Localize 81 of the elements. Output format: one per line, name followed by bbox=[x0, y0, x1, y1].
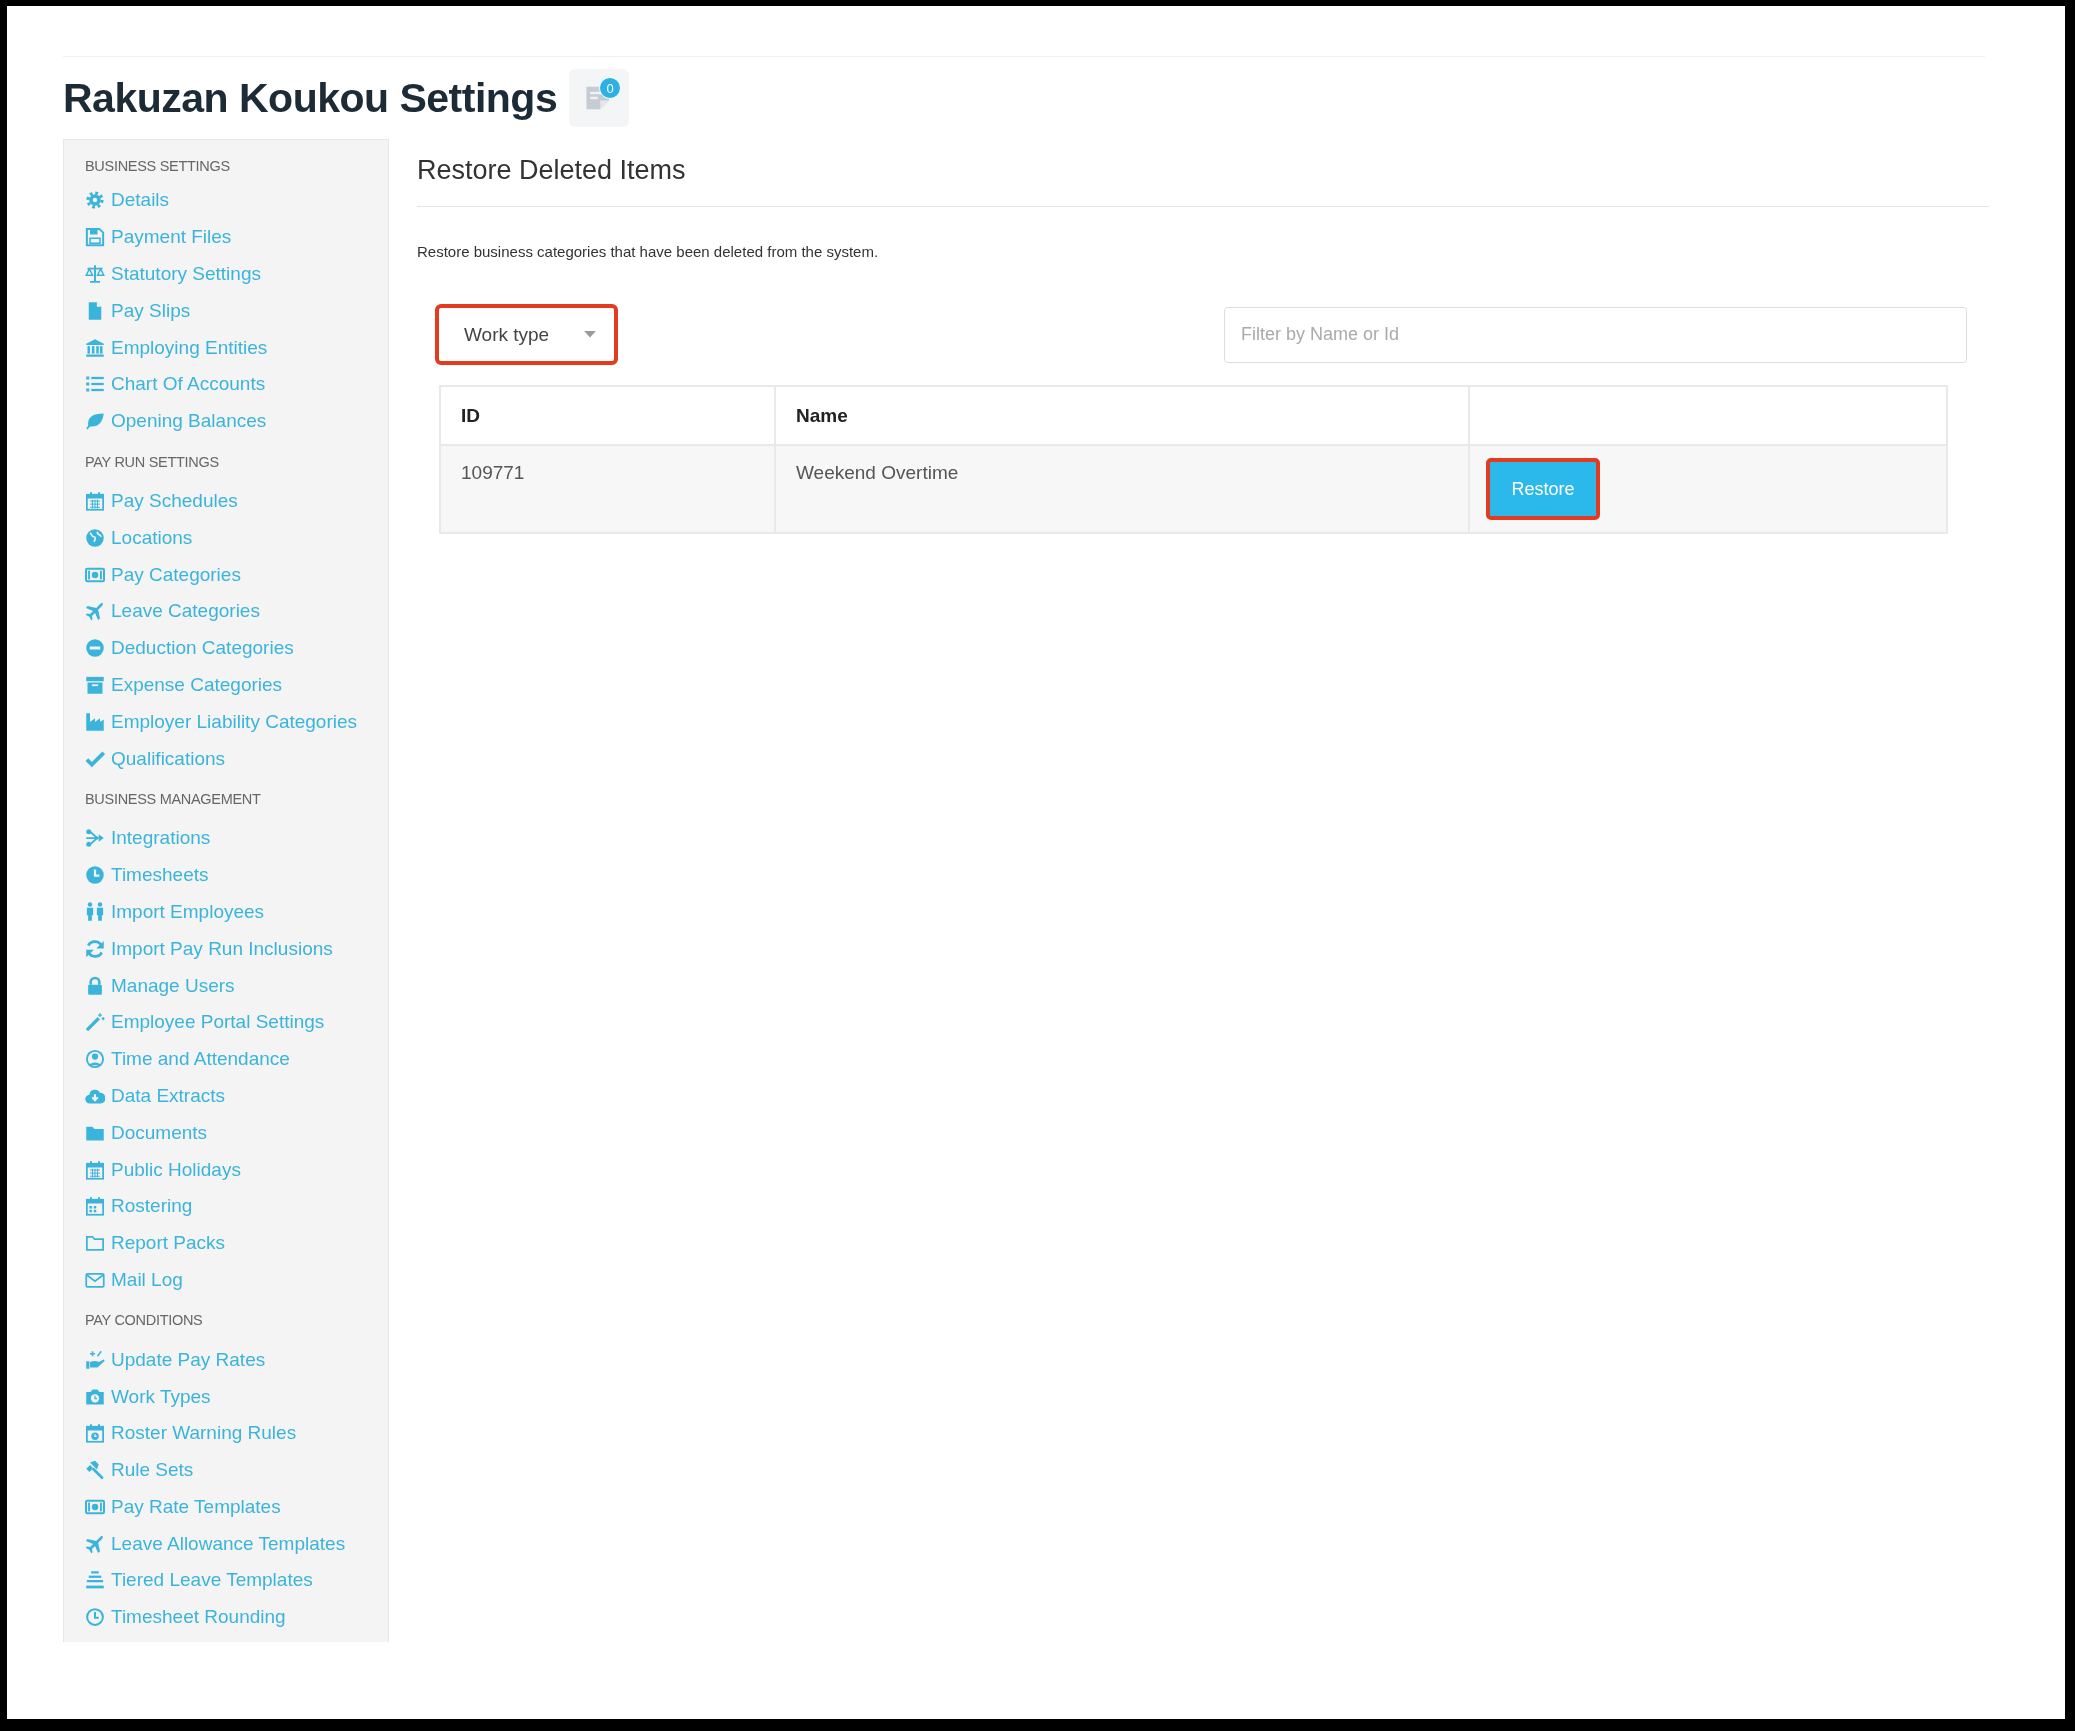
sidebar-link[interactable]: Details bbox=[85, 182, 388, 219]
sidebar-link[interactable]: Opening Balances bbox=[85, 402, 388, 440]
minus-circle-icon bbox=[85, 638, 105, 659]
sidebar-link[interactable]: Time and Attendance bbox=[85, 1040, 388, 1078]
checkmark-icon bbox=[85, 748, 105, 769]
scale-icon bbox=[85, 264, 105, 284]
calendar-clock-icon bbox=[85, 1423, 105, 1444]
folder-outline-icon bbox=[85, 1233, 105, 1254]
sidebar-link[interactable]: Update Pay Rates bbox=[85, 1341, 388, 1379]
notes-button[interactable]: 0 bbox=[569, 69, 630, 127]
sidebar-link[interactable]: Statutory Settings bbox=[85, 255, 388, 293]
tiers-icon bbox=[85, 1570, 105, 1591]
gear-icon bbox=[85, 190, 105, 211]
count-badge: 0 bbox=[599, 77, 622, 99]
sidebar-link[interactable]: Roster Warning Rules bbox=[85, 1414, 388, 1452]
hand-plus-minus-icon bbox=[85, 1349, 105, 1370]
section-title: Restore Deleted Items bbox=[417, 155, 687, 186]
sidebar-link[interactable]: Integrations bbox=[85, 819, 388, 857]
airplane-icon bbox=[85, 1533, 105, 1554]
leaf-icon bbox=[85, 411, 105, 432]
sidebar-link[interactable]: Qualifications bbox=[85, 740, 388, 777]
sidebar-link[interactable]: Rule Sets bbox=[85, 1451, 388, 1489]
sidebar-link[interactable]: Pay Categories bbox=[85, 556, 388, 593]
sidebar-link[interactable]: Leave Categories bbox=[85, 592, 388, 630]
sidebar-link[interactable]: Locations bbox=[85, 519, 388, 557]
sidebar-link[interactable]: Report Packs bbox=[85, 1224, 388, 1262]
sidebar-link[interactable]: Payment Files bbox=[85, 218, 388, 256]
sidebar-link[interactable]: Deduction Categories bbox=[85, 629, 388, 667]
sidebar-link[interactable]: Timesheets bbox=[85, 856, 388, 894]
description-text: Restore business categories that have been deleted from the system. bbox=[417, 243, 880, 260]
refresh-icon bbox=[85, 938, 105, 959]
section-heading: BUSINESS SETTINGS bbox=[85, 157, 231, 176]
sidebar-link[interactable]: Data Extracts bbox=[85, 1077, 388, 1115]
sidebar-link[interactable]: Expense Categories bbox=[85, 666, 388, 704]
sidebar-link[interactable]: Rostering bbox=[85, 1187, 388, 1225]
lock-icon bbox=[85, 975, 105, 996]
list-icon bbox=[85, 374, 105, 395]
sidebar-link[interactable]: Employer Liability Categories bbox=[85, 703, 388, 741]
section-heading: BUSINESS MANAGEMENT bbox=[85, 789, 262, 809]
user-circle-icon bbox=[85, 1049, 105, 1070]
type-dropdown[interactable]: Work type bbox=[435, 304, 618, 365]
sidebar-link[interactable]: Documents bbox=[85, 1114, 388, 1152]
airplane-icon bbox=[85, 601, 105, 622]
sidebar-link[interactable]: Public Holidays bbox=[85, 1151, 388, 1188]
filter-field[interactable]: Filter by Name or Id bbox=[1224, 306, 1967, 363]
clock-outline-icon bbox=[85, 1607, 105, 1628]
gavel-icon bbox=[85, 1460, 105, 1481]
sidebar-link[interactable]: Pay Slips bbox=[85, 292, 388, 330]
restore-button[interactable]: Restore bbox=[1486, 458, 1600, 520]
globe-icon bbox=[85, 527, 105, 548]
calendar-icon bbox=[85, 1159, 105, 1180]
sidebar-link[interactable]: Tiered Leave Templates bbox=[85, 1562, 388, 1599]
factory-icon bbox=[85, 711, 105, 732]
bank-icon bbox=[85, 337, 105, 358]
branching-arrows-icon bbox=[85, 828, 105, 849]
sidebar-link[interactable]: Mail Log bbox=[85, 1261, 388, 1299]
sidebar-link[interactable]: Import Pay Run Inclusions bbox=[85, 930, 388, 968]
column-header: ID bbox=[440, 386, 775, 445]
caret-icon bbox=[584, 331, 596, 338]
sidebar-link[interactable]: Employing Entities bbox=[85, 329, 388, 366]
clock-icon bbox=[85, 865, 105, 886]
sidebar-link[interactable]: Pay Rate Templates bbox=[85, 1488, 388, 1526]
section-heading: PAY CONDITIONS bbox=[85, 1311, 204, 1331]
section-heading: PAY RUN SETTINGS bbox=[85, 452, 220, 472]
calendar-grid-icon bbox=[85, 1196, 105, 1217]
sidebar-link[interactable]: Chart Of Accounts bbox=[85, 366, 388, 403]
page-title: Rakuzan Koukou Settings bbox=[63, 74, 558, 122]
sidebar-link[interactable]: Import Employees bbox=[85, 893, 388, 931]
table-cell: 109771 bbox=[440, 445, 775, 533]
calendar-icon bbox=[85, 490, 105, 511]
column-header: Name bbox=[775, 386, 1469, 445]
sidebar-link[interactable]: Employee Portal Settings bbox=[85, 1003, 388, 1041]
people-icon bbox=[85, 901, 105, 922]
magic-wand-icon bbox=[85, 1012, 105, 1033]
sidebar-link[interactable]: Work Types bbox=[85, 1378, 388, 1415]
sidebar-link[interactable]: Timesheet Rounding bbox=[85, 1598, 388, 1636]
sidebar-link[interactable]: Leave Allowance Templates bbox=[85, 1525, 388, 1563]
sidebar-link[interactable]: Pay Schedules bbox=[85, 482, 388, 520]
table-cell: Weekend Overtime bbox=[775, 445, 1469, 533]
sidebar-link[interactable]: Manage Users bbox=[85, 967, 388, 1004]
archive-box-icon bbox=[85, 674, 105, 695]
